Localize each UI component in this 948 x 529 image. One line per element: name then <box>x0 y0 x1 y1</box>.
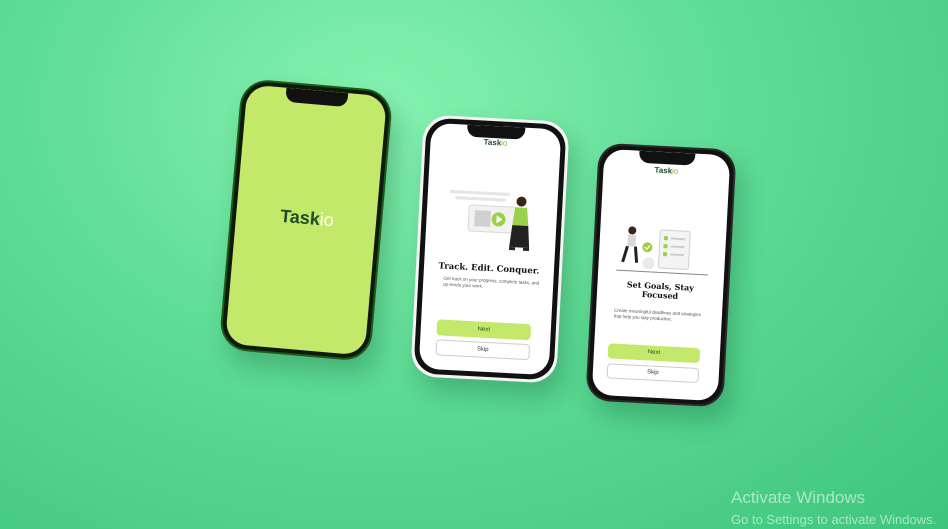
skip-button[interactable]: Skip <box>435 339 531 361</box>
onboarding-phone-1: Taskio Track. Edit. Conquer. Get track o… <box>410 114 570 384</box>
onboarding-screen-2: Taskio Set Goals, Stay Focused Create me… <box>591 148 731 402</box>
phone-notch <box>638 150 696 166</box>
onboarding-phone-2: Taskio Set Goals, Stay Focused Create me… <box>585 142 737 408</box>
skip-button[interactable]: Skip <box>606 363 700 384</box>
goal-checklist-illustration <box>616 226 709 276</box>
taskio-logo: Taskio <box>483 137 508 148</box>
onboarding-heading: Set Goals, Stay Focused <box>597 279 724 304</box>
splash-screen: Taskio <box>224 84 388 356</box>
video-tracking-illustration <box>449 189 530 252</box>
activate-windows-subtitle: Go to Settings to activate Windows. <box>731 512 937 527</box>
onboarding-description: Create meaningful deadlines and strategi… <box>613 307 701 322</box>
onboarding-screen-1: Taskio Track. Edit. Conquer. Get track o… <box>418 122 562 376</box>
next-button[interactable]: Next <box>607 343 701 364</box>
taskio-logo: Taskio <box>654 165 679 176</box>
activate-windows-title: Activate Windows <box>731 488 866 507</box>
splash-phone: Taskio <box>218 77 394 363</box>
taskio-logo: Taskio <box>279 205 335 231</box>
next-button[interactable]: Next <box>436 319 532 341</box>
onboarding-description: Get track on your progress, complete tas… <box>442 275 540 289</box>
